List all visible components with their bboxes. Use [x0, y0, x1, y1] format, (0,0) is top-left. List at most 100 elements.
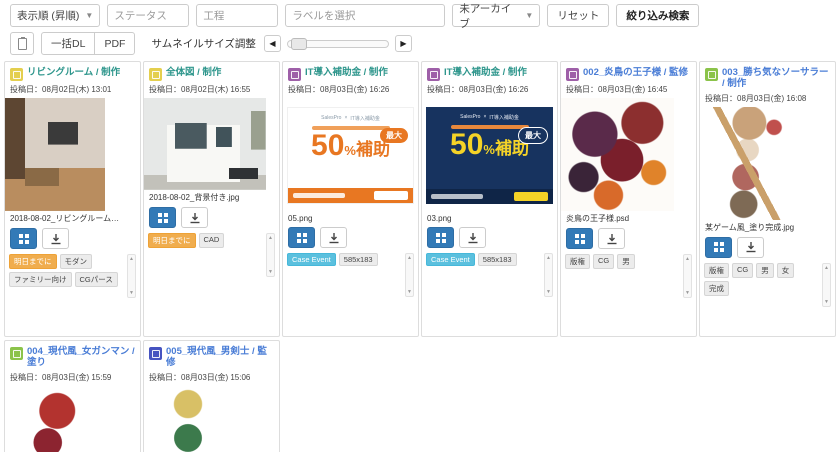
- card-title-link[interactable]: 002_炎鳥の王子様 / 監修: [583, 67, 688, 78]
- download-icon: [329, 232, 338, 243]
- item-type-icon[interactable]: [10, 68, 23, 81]
- tags-scrollbar[interactable]: ▲ ▼: [822, 262, 831, 307]
- label-filter-input[interactable]: [285, 4, 446, 27]
- tag-badge: Case Event: [426, 253, 475, 266]
- card-thumbnail[interactable]: SalesPro × IT導入補助金 50 % 補助 最大: [422, 98, 557, 212]
- thumbnail-size-increase-button[interactable]: ▶: [394, 35, 412, 52]
- grid-icon: [18, 233, 23, 238]
- export-button-group: 一括DL PDF: [41, 32, 136, 55]
- card-filename: 2018-08-02_背景付き.jpg: [149, 193, 240, 202]
- card-title-link[interactable]: 003_勝ち気なソーサラー / 制作: [722, 67, 830, 90]
- card-tags: Case Event 585x183 ▲ ▼: [426, 253, 553, 299]
- card-tags: 版権 CG 男 ▲ ▼: [565, 254, 692, 300]
- card-actions: [144, 203, 279, 228]
- reset-button[interactable]: リセット: [547, 4, 610, 27]
- thumbnail-image: [700, 106, 795, 220]
- card-thumbnail[interactable]: [144, 98, 266, 190]
- tag-badge: CG: [593, 254, 615, 269]
- download-icon: [51, 233, 60, 244]
- grid-view-button[interactable]: [427, 227, 454, 248]
- item-type-icon[interactable]: [149, 347, 162, 360]
- item-type-icon[interactable]: [149, 68, 162, 81]
- card-thumbnail[interactable]: SalesPro × IT導入補助金 50 % 補助 最大: [283, 98, 418, 212]
- card-thumbnail[interactable]: [5, 385, 100, 452]
- asset-card: IT導入補助金 / 制作 投稿日：08月03日(金) 16:26 SalesPr…: [282, 61, 419, 337]
- card-header: 004_現代風_女ガンマン / 塗り: [5, 341, 140, 369]
- banner-bottom-text-bar: [293, 192, 345, 198]
- grid-view-button[interactable]: [10, 228, 37, 249]
- clipboard-icon: [17, 36, 27, 50]
- chevron-down-icon: ▼: [525, 11, 534, 20]
- download-button[interactable]: [181, 207, 208, 228]
- card-title-link[interactable]: 004_現代風_女ガンマン / 塗り: [27, 346, 135, 369]
- item-type-icon[interactable]: [705, 68, 718, 81]
- grid-view-button[interactable]: [288, 227, 315, 248]
- sort-order-select[interactable]: 表示順 (昇順) ▼: [10, 4, 101, 27]
- copy-list-button[interactable]: [10, 32, 34, 55]
- filter-search-button[interactable]: 絞り込み検索: [616, 4, 700, 27]
- tags-scrollbar[interactable]: ▲ ▼: [683, 254, 692, 298]
- tag-badge: 585x183: [338, 253, 378, 266]
- card-thumbnail[interactable]: [144, 385, 232, 452]
- card-title-link[interactable]: リビングルーム / 制作: [27, 67, 120, 78]
- thumbnail-image: [5, 98, 105, 211]
- download-button[interactable]: [459, 227, 486, 248]
- process-filter-input[interactable]: [196, 4, 279, 27]
- thumbnail-image: [144, 385, 232, 452]
- tags-scrollbar[interactable]: ▲ ▼: [405, 253, 414, 297]
- banner-logo-row: SalesPro × IT導入補助金: [460, 114, 519, 121]
- thumbnail-size-decrease-button[interactable]: ◀: [263, 35, 281, 52]
- card-post-date: 投稿日：08月03日(金) 16:26: [288, 85, 390, 94]
- grid-icon: [296, 232, 301, 237]
- asset-card: リビングルーム / 制作 投稿日：08月02日(木) 13:01 2018-08…: [4, 61, 141, 337]
- status-filter-input[interactable]: [107, 4, 190, 27]
- grid-view-button[interactable]: [566, 228, 593, 249]
- pdf-export-button[interactable]: PDF: [94, 32, 136, 55]
- download-button[interactable]: [42, 228, 69, 249]
- card-tags: 明日までに CAD ▲ ▼: [148, 233, 275, 279]
- download-button[interactable]: [737, 236, 764, 258]
- bulk-download-button[interactable]: 一括DL: [41, 32, 96, 55]
- item-type-icon[interactable]: [427, 68, 440, 81]
- archive-filter-select[interactable]: 未アーカイブ ▼: [452, 3, 541, 30]
- scroll-down-icon: ▼: [407, 289, 412, 295]
- grid-icon: [435, 232, 440, 237]
- item-type-icon[interactable]: [10, 347, 23, 360]
- card-title-link[interactable]: 全体図 / 制作: [166, 67, 221, 78]
- card-title-link[interactable]: IT導入補助金 / 制作: [444, 67, 527, 78]
- thumbnail-image: SalesPro × IT導入補助金 50 % 補助 最大: [287, 106, 414, 204]
- asset-card: 全体図 / 制作 投稿日：08月02日(木) 16:55 2018-08-02_…: [143, 61, 280, 337]
- scroll-down-icon: ▼: [129, 290, 134, 296]
- card-title-link[interactable]: IT導入補助金 / 制作: [305, 67, 388, 78]
- download-button[interactable]: [320, 227, 347, 248]
- tag-badge: 完成: [704, 280, 729, 296]
- tag-badge: 明日までに: [9, 254, 57, 269]
- grid-view-button[interactable]: [705, 236, 732, 258]
- tag-badge: 585x183: [477, 253, 517, 266]
- card-thumbnail[interactable]: [561, 98, 674, 211]
- grid-icon: [713, 242, 718, 247]
- thumbnail-size-slider[interactable]: [286, 37, 389, 50]
- scroll-down-icon: ▼: [268, 269, 273, 275]
- tag-badge: モダン: [59, 254, 92, 269]
- banner-max-badge: 最大: [518, 126, 548, 144]
- card-thumbnail[interactable]: [5, 98, 105, 211]
- slider-handle[interactable]: [290, 37, 307, 50]
- tag-badge: CAD: [198, 233, 225, 248]
- card-header: IT導入補助金 / 制作: [283, 62, 418, 81]
- card-title-link[interactable]: 005_現代風_男剣士 / 監修: [166, 346, 274, 369]
- tags-scrollbar[interactable]: ▲ ▼: [544, 253, 553, 297]
- tag-badge: CGパース: [74, 272, 118, 287]
- card-thumbnail[interactable]: [700, 106, 795, 220]
- card-post-date: 投稿日：08月03日(金) 15:59: [10, 372, 112, 382]
- tag-badge: 女: [776, 262, 795, 278]
- archive-filter-value: 未アーカイブ: [459, 2, 512, 30]
- grid-view-button[interactable]: [149, 207, 176, 228]
- tags-scrollbar[interactable]: ▲ ▼: [266, 233, 275, 277]
- item-type-icon[interactable]: [566, 68, 579, 81]
- filter-toolbar: 表示順 (昇順) ▼ 未アーカイブ ▼ リセット 絞り込み検索: [0, 0, 840, 30]
- banner-percent-text: %: [344, 142, 356, 158]
- download-button[interactable]: [598, 228, 625, 249]
- tags-scrollbar[interactable]: ▲ ▼: [127, 254, 136, 298]
- item-type-icon[interactable]: [288, 68, 301, 81]
